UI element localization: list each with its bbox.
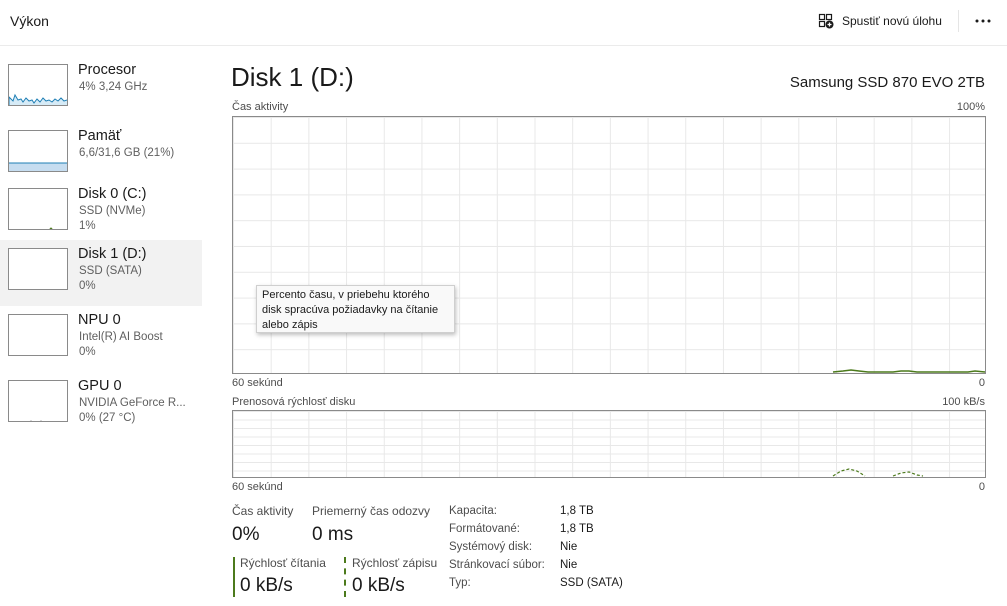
sidebar-item-name: NPU 0 [78,312,121,328]
activity-graph-max: 100% [956,101,985,113]
header-bar: Výkon Spustiť novú úlohu [0,0,1007,46]
system-disk-key: Systémový disk: [449,541,533,553]
sidebar-item-memory[interactable]: Pamäť 6,6/31,6 GB (21%) [0,122,202,188]
sidebar-item-detail: NVIDIA GeForce R... [79,397,186,409]
sidebar-item-name: Procesor [78,62,137,78]
capacity-key: Kapacita: [449,505,497,517]
sidebar-item-name: Disk 0 (C:) [78,186,147,202]
type-key: Typ: [449,577,471,589]
transfer-graph-time-span: 60 sekúnd [232,481,283,493]
disk-model: Samsung SSD 870 EVO 2TB [789,74,985,91]
activity-stat-value: 0% [232,524,260,545]
disk-title: Disk 1 (D:) [231,62,354,92]
header-divider [958,10,959,32]
sidebar-item-detail: SSD (SATA) [79,265,142,277]
more-horizontal-icon [975,19,991,23]
system-disk-value: Nie [560,541,578,553]
sidebar-item-detail: 4% 3,24 GHz [79,81,148,93]
transfer-graph-label: Prenosová rýchlosť disku [232,396,356,408]
sidebar-item-detail: Intel(R) AI Boost [79,331,163,343]
activity-graph-time-span: 60 sekúnd [232,377,283,389]
sidebar-item-usage: 0% (27 °C) [79,412,136,424]
sidebar-item-detail: SSD (NVMe) [79,205,146,217]
memory-thumbnail-graph [8,130,68,172]
formatted-key: Formátované: [449,523,520,535]
sidebar-item-name: Pamäť [78,128,122,144]
activity-graph-label: Čas aktivity [232,101,289,113]
read-speed-legend-line [233,557,235,597]
type-value: SSD (SATA) [560,577,623,589]
disk-0-thumbnail-graph [8,188,68,230]
more-options-button[interactable] [970,8,996,34]
write-speed-label: Rýchlosť zápisu [352,556,438,570]
transfer-rate-graph [232,410,986,478]
page-title: Výkon [10,13,49,29]
transfer-graph-max: 100 kB/s [942,396,985,408]
response-time-value: 0 ms [312,524,354,545]
run-new-task-button[interactable]: Spustiť novú úlohu [812,8,948,34]
activity-time-graph [232,116,986,374]
sidebar-item-processor[interactable]: Procesor 4% 3,24 GHz [0,56,202,122]
run-new-task-label: Spustiť novú úlohu [842,14,942,28]
capacity-value: 1,8 TB [560,505,594,517]
sidebar-item-gpu-0[interactable]: GPU 0 NVIDIA GeForce R... 0% (27 °C) [0,372,202,438]
sidebar-item-disk-1[interactable]: Disk 1 (D:) SSD (SATA) 0% [0,240,202,306]
processor-thumbnail-graph [8,64,68,106]
activity-graph-min: 0 [978,377,985,389]
transfer-graph-min: 0 [978,481,985,493]
page-file-value: Nie [560,559,578,571]
activity-graph-tooltip: Percento času, v priebehu ktorého disk s… [256,285,455,333]
write-speed-legend-line [344,557,346,597]
gpu-0-thumbnail-graph [8,380,68,422]
write-speed-value: 0 kB/s [352,575,405,596]
disk-1-thumbnail-graph [8,248,68,290]
sidebar-item-usage: 1% [79,220,96,232]
page-file-key: Stránkovací súbor: [449,559,545,571]
formatted-value: 1,8 TB [560,523,594,535]
sidebar-item-detail: 6,6/31,6 GB (21%) [79,147,175,159]
sidebar-item-npu-0[interactable]: NPU 0 Intel(R) AI Boost 0% [0,306,202,372]
read-speed-label: Rýchlosť čítania [240,556,326,570]
activity-stat-label: Čas aktivity [232,504,294,518]
sidebar-item-disk-0[interactable]: Disk 0 (C:) SSD (NVMe) 1% [0,180,202,246]
sidebar-item-name: GPU 0 [78,378,122,394]
new-task-icon [818,13,834,29]
sidebar-item-usage: 0% [79,280,96,292]
response-time-label: Priemerný čas odozvy [312,504,431,518]
sidebar-item-name: Disk 1 (D:) [78,246,147,262]
sidebar-item-usage: 0% [79,346,96,358]
npu-0-thumbnail-graph [8,314,68,356]
read-speed-value: 0 kB/s [240,575,293,596]
